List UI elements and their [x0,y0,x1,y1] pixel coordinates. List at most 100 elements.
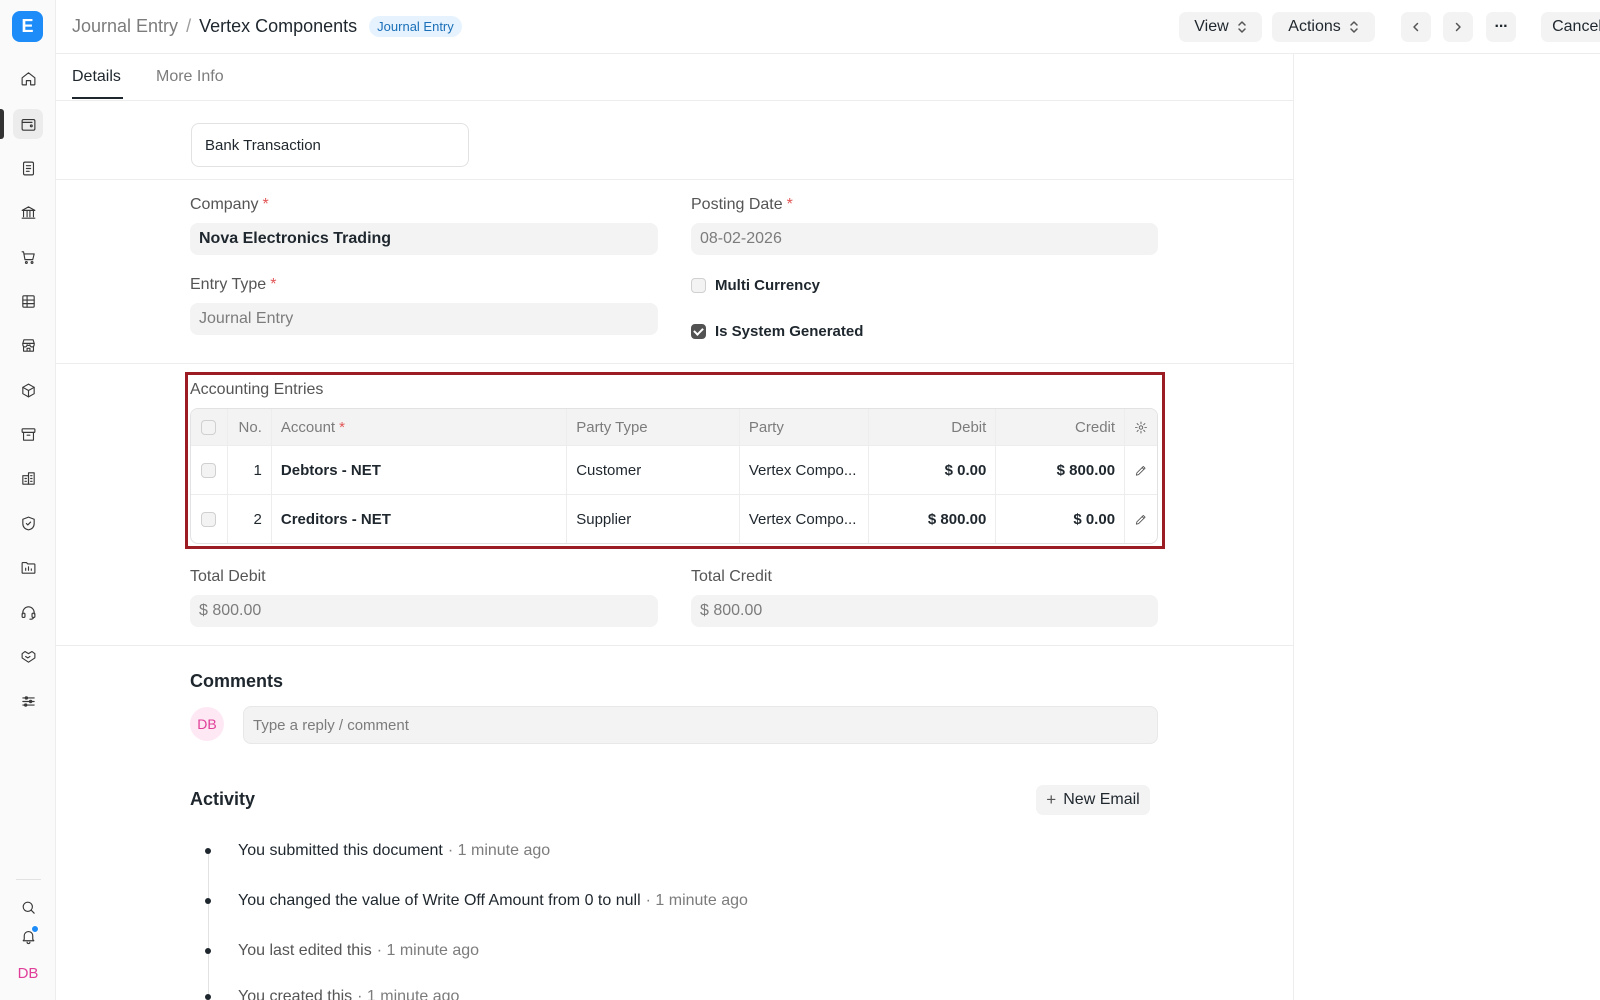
credit-cell[interactable]: $ 800.00 [995,446,1124,494]
actions-button[interactable]: Actions [1272,12,1375,42]
archive-icon[interactable] [13,419,43,449]
plus-icon: + [1046,790,1057,809]
table-row[interactable]: 2 Creditors - NET Supplier Vertex Compo.… [191,494,1157,543]
wallet-icon[interactable] [13,109,43,139]
chevron-updown-icon [1237,20,1247,34]
bell-icon[interactable] [13,921,43,951]
row-select-cell [191,446,227,494]
select-all-checkbox[interactable] [201,419,217,435]
headset-icon[interactable] [13,597,43,627]
shield-icon[interactable] [13,508,43,538]
row-number: 2 [226,495,271,543]
folder-icon[interactable] [13,552,43,582]
entry-type-label: Entry Type * [190,276,277,293]
tab-more-info[interactable]: More Info [156,68,224,86]
sidebar: E DB [0,0,56,1000]
section-divider [56,179,1294,180]
select-all-cell [191,409,227,445]
status-badge: Journal Entry [369,16,462,37]
multi-currency-row: Multi Currency [691,277,820,294]
home-icon[interactable] [13,63,43,93]
chevron-updown-icon [1349,20,1359,34]
multi-currency-checkbox[interactable] [691,278,706,293]
table-icon[interactable] [13,286,43,316]
credit-cell[interactable]: $ 0.00 [995,495,1124,543]
gear-icon[interactable] [1134,420,1148,435]
column-header-party: Party [738,409,868,445]
cancel-button[interactable]: Cancel [1541,12,1600,42]
more-options-button[interactable]: ··· [1486,12,1516,42]
party-cell[interactable]: Vertex Compo... [738,495,868,543]
table-row[interactable]: 1 Debtors - NET Customer Vertex Compo...… [191,445,1157,494]
activity-item: You created this · 1 minute ago [205,988,459,1000]
activity-heading: Activity [190,789,256,809]
timeline-dot [205,994,211,1000]
column-header-party-type: Party Type [566,409,739,445]
table-header-row: No. Account * Party Type Party Debit Cred… [191,409,1157,445]
entry-type-field[interactable]: Journal Entry [190,303,658,335]
previous-button[interactable] [1401,12,1431,42]
view-button[interactable]: View [1179,12,1262,42]
breadcrumb-parent[interactable]: Journal Entry [72,16,178,37]
page-title: Vertex Components [199,16,358,36]
tab-details[interactable]: Details [72,68,121,86]
account-cell[interactable]: Debtors - NET [270,446,566,494]
column-settings-cell [1124,409,1157,445]
search-icon[interactable] [13,892,43,922]
notification-dot [31,925,39,933]
sidebar-divider [16,879,41,880]
activity-item: You changed the value of Write Off Amoun… [205,892,748,910]
voucher-type-field[interactable]: Bank Transaction [191,123,469,167]
row-edit-cell [1124,495,1157,543]
user-avatar[interactable]: DB [14,959,42,987]
column-header-credit: Credit [995,409,1124,445]
posting-date-label: Posting Date * [691,196,793,213]
activity-item: You last edited this · 1 minute ago [205,942,479,960]
party-cell[interactable]: Vertex Compo... [738,446,868,494]
active-indicator [0,109,4,139]
debit-cell[interactable]: $ 0.00 [867,446,996,494]
tab-bar: Details More Info [56,54,1294,101]
row-checkbox[interactable] [201,511,217,527]
total-credit-field: $ 800.00 [691,595,1158,627]
tab-active-indicator [72,97,123,99]
section-divider [56,363,1294,364]
party-type-cell[interactable]: Supplier [566,495,739,543]
column-header-account: Account * [270,409,566,445]
account-cell[interactable]: Creditors - NET [270,495,566,543]
pencil-icon[interactable] [1134,512,1148,527]
comment-avatar: DB [190,707,224,741]
timeline-dot [205,948,211,954]
file-text-icon[interactable] [13,153,43,183]
app-logo[interactable]: E [12,11,43,42]
total-credit-label: Total Credit [691,568,772,585]
new-email-button[interactable]: + New Email [1036,785,1150,815]
is-system-generated-checkbox[interactable] [691,324,706,339]
cart-icon[interactable] [13,242,43,272]
company-label: Company * [190,196,269,213]
debit-cell[interactable]: $ 800.00 [867,495,996,543]
accounting-entries-title: Accounting Entries [190,381,324,398]
activity-timeline [208,851,209,1000]
package-icon[interactable] [13,375,43,405]
total-debit-label: Total Debit [190,568,266,585]
column-header-no: No. [226,409,271,445]
next-button[interactable] [1443,12,1473,42]
comment-input[interactable]: Type a reply / comment [243,706,1158,744]
page-header: Journal Entry / Vertex Components Journa… [56,0,1600,54]
store-icon[interactable] [13,330,43,360]
row-select-cell [191,495,227,543]
party-type-cell[interactable]: Customer [566,446,739,494]
building-icon[interactable] [13,463,43,493]
chevron-left-icon [1413,22,1419,32]
handshake-icon[interactable] [13,641,43,671]
breadcrumb: Journal Entry / Vertex Components Journa… [72,16,462,37]
bank-icon[interactable] [13,197,43,227]
activity-item: You submitted this document · 1 minute a… [205,842,550,860]
posting-date-field[interactable]: 08-02-2026 [691,223,1158,255]
company-field[interactable]: Nova Electronics Trading [190,223,658,255]
pencil-icon[interactable] [1134,463,1148,478]
row-checkbox[interactable] [201,462,217,478]
column-header-debit: Debit [867,409,996,445]
sliders-icon[interactable] [13,686,43,716]
